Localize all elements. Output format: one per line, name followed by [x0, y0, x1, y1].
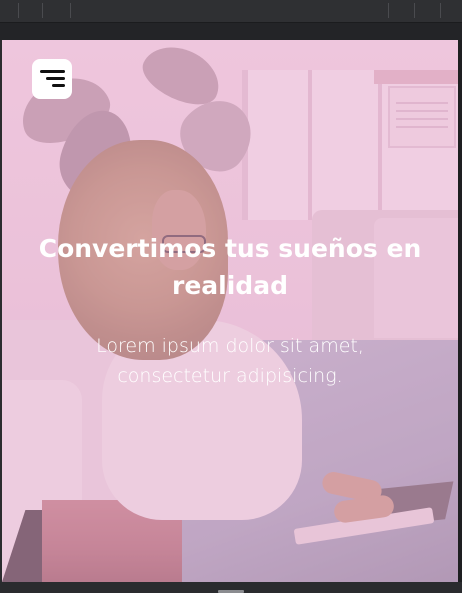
toolbar-divider: [42, 3, 43, 18]
toolbar-divider: [414, 3, 415, 18]
menu-button[interactable]: [32, 59, 72, 99]
toolbar-divider: [440, 3, 441, 18]
page-viewport: Convertimos tus sueños en realidad Lorem…: [2, 40, 458, 582]
toolbar-divider: [70, 3, 71, 18]
toolbar-divider: [388, 3, 389, 18]
bottom-bar: [0, 582, 462, 593]
browser-toolbar: [0, 0, 462, 23]
hero-title: Convertimos tus sueños en realidad: [38, 234, 422, 300]
toolbar-band: [0, 23, 462, 40]
toolbar-divider: [18, 3, 19, 18]
hero-subtitle: Lorem ipsum dolor sit amet, consectetur …: [96, 335, 364, 387]
hero-color-overlay: [2, 40, 458, 582]
viewport-edge: [458, 40, 462, 582]
